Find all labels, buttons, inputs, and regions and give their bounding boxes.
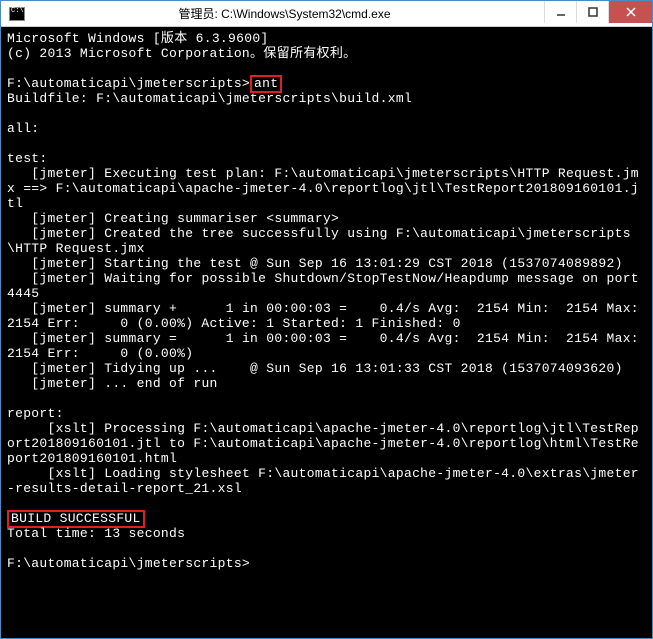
terminal-line: test: [7,151,646,166]
terminal-line: [jmeter] Created the tree successfully u… [7,226,646,256]
terminal-line: [jmeter] Executing test plan: F:\automat… [7,166,646,211]
terminal-line: [jmeter] Starting the test @ Sun Sep 16 … [7,256,646,271]
terminal-line [7,61,646,76]
cmd-icon: C:\ [9,7,25,21]
terminal-line: Microsoft Windows [版本 6.3.9600] [7,31,646,46]
terminal-line: [xslt] Processing F:\automaticapi\apache… [7,421,646,466]
terminal-line: [xslt] Loading stylesheet F:\automaticap… [7,466,646,496]
terminal-line: all: [7,121,646,136]
terminal-line: [jmeter] Tidying up ... @ Sun Sep 16 13:… [7,361,646,376]
terminal-line: (c) 2013 Microsoft Corporation。保留所有权利。 [7,46,646,61]
terminal-line [7,541,646,556]
terminal-line: [jmeter] summary + 1 in 00:00:03 = 0.4/s… [7,301,646,331]
terminal-line: [jmeter] ... end of run [7,376,646,391]
terminal-line: Buildfile: F:\automaticapi\jmeterscripts… [7,91,646,106]
maximize-button[interactable] [576,1,608,23]
terminal-line: [jmeter] Waiting for possible Shutdown/S… [7,271,646,301]
terminal-line: BUILD SUCCESSFUL [7,511,646,526]
terminal-line [7,106,646,121]
window-controls [544,1,652,26]
terminal-line: report: [7,406,646,421]
terminal-output[interactable]: Microsoft Windows [版本 6.3.9600](c) 2013 … [1,27,652,638]
minimize-button[interactable] [544,1,576,23]
titlebar[interactable]: C:\ 管理员: C:\Windows\System32\cmd.exe [1,1,652,27]
terminal-line [7,136,646,151]
window-title: 管理员: C:\Windows\System32\cmd.exe [25,5,544,22]
terminal-line [7,496,646,511]
terminal-line [7,391,646,406]
prompt: F:\automaticapi\jmeterscripts> [7,76,250,91]
terminal-line: [jmeter] Creating summariser <summary> [7,211,646,226]
cmd-window: C:\ 管理员: C:\Windows\System32\cmd.exe Mic… [0,0,653,639]
terminal-line: F:\automaticapi\jmeterscripts>ant [7,76,646,91]
terminal-line: F:\automaticapi\jmeterscripts> [7,556,646,571]
close-button[interactable] [608,1,652,23]
terminal-line: Total time: 13 seconds [7,526,646,541]
terminal-line: [jmeter] summary = 1 in 00:00:03 = 0.4/s… [7,331,646,361]
